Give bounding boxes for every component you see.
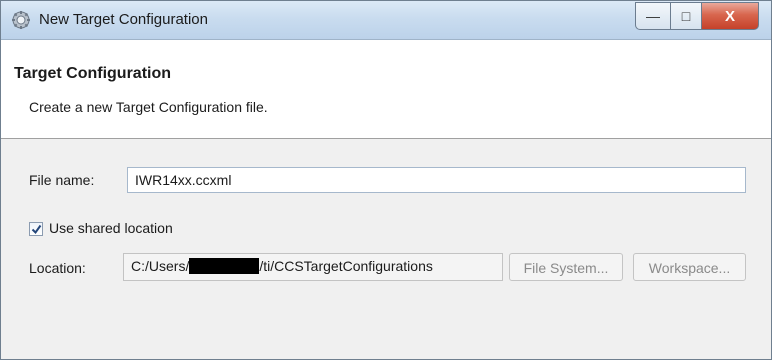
redacted-username	[189, 258, 260, 274]
file-name-value: IWR14xx.ccxml	[135, 172, 232, 188]
wizard-header: Target Configuration Create a new Target…	[1, 40, 771, 139]
dialog-window: New Target Configuration — □ X Target Co…	[0, 0, 772, 360]
location-label: Location:	[29, 260, 86, 276]
minimize-icon: —	[646, 8, 660, 24]
window-title: New Target Configuration	[39, 11, 208, 28]
location-suffix: /ti/CCSTargetConfigurations	[259, 258, 433, 274]
location-prefix: C:/Users/	[131, 258, 190, 274]
file-name-input[interactable]: IWR14xx.ccxml	[127, 167, 746, 193]
file-system-button[interactable]: File System...	[509, 253, 623, 281]
checkmark-icon	[31, 224, 42, 235]
close-button[interactable]: X	[701, 2, 759, 30]
use-shared-location-label: Use shared location	[49, 220, 173, 236]
app-gear-icon	[11, 10, 31, 30]
caption-buttons: — □ X	[635, 2, 759, 30]
page-title: Target Configuration	[14, 65, 172, 82]
title-bar[interactable]: New Target Configuration — □ X	[1, 1, 771, 40]
location-field: C:/Users/ /ti/CCSTargetConfigurations	[123, 253, 503, 281]
file-name-label: File name:	[29, 172, 95, 188]
workspace-button[interactable]: Workspace...	[633, 253, 746, 281]
page-description: Create a new Target Configuration file.	[29, 99, 268, 115]
maximize-button[interactable]: □	[670, 2, 701, 30]
minimize-button[interactable]: —	[635, 2, 670, 30]
use-shared-location-checkbox[interactable]	[29, 222, 43, 236]
maximize-icon: □	[681, 8, 691, 24]
close-icon: X	[724, 7, 735, 25]
